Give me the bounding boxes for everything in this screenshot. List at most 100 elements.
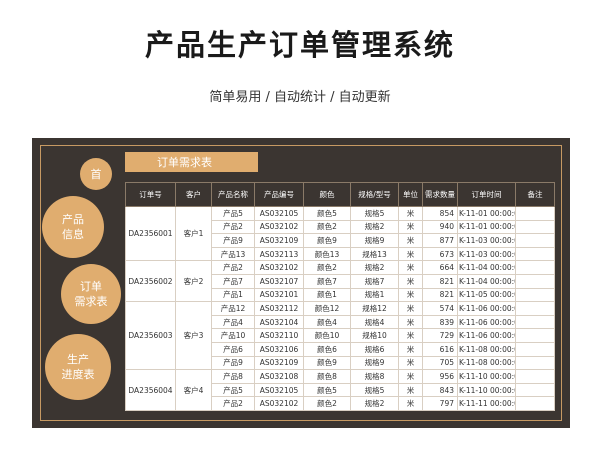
cell-code: AS032105 (254, 382, 304, 398)
cell-note (515, 355, 555, 371)
column-header: 产品编号 (254, 182, 304, 207)
cell-spec: 规格7 (350, 273, 399, 289)
cell-note (515, 396, 555, 411)
customer-cell: 客户3 (175, 301, 212, 371)
cell-color: 颜色1 (303, 287, 351, 303)
cell-code: AS032113 (254, 246, 304, 262)
section-title: 订单需求表 (125, 152, 258, 172)
column-header: 产品名称 (211, 182, 255, 207)
cell-color: 颜色5 (303, 206, 351, 221)
cell-time: K-11-06 00:00:00 (457, 328, 516, 343)
cell-note (515, 273, 555, 289)
cell-qty: 616 (422, 341, 458, 357)
cell-name: 产品12 (211, 301, 255, 316)
cell-qty: 729 (422, 328, 458, 343)
cell-name: 产品4 (211, 314, 255, 330)
cell-qty: 821 (422, 273, 458, 289)
cell-note (515, 328, 555, 343)
cell-qty: 940 (422, 219, 458, 235)
cell-note (515, 219, 555, 235)
cell-time: K-11-10 00:00:00 (457, 369, 516, 384)
cell-qty: 839 (422, 314, 458, 330)
nav-production-progress-button[interactable]: 生产 进度表 (45, 334, 111, 400)
nav-home-button[interactable]: 首 (80, 158, 112, 190)
cell-qty: 821 (422, 287, 458, 303)
cell-time: K-11-03 00:00:00 (457, 233, 516, 248)
cell-unit: 米 (398, 206, 423, 221)
cell-time: K-11-04 00:00:00 (457, 273, 516, 289)
cell-unit: 米 (398, 246, 423, 262)
column-header: 订单号 (125, 182, 176, 207)
cell-name: 产品1 (211, 287, 255, 303)
cell-code: AS032106 (254, 341, 304, 357)
cell-name: 产品2 (211, 396, 255, 411)
column-header: 客户 (175, 182, 212, 207)
cell-code: AS032102 (254, 219, 304, 235)
order-number-cell: DA2356001 (125, 205, 176, 262)
cell-spec: 规格2 (350, 260, 399, 275)
cell-spec: 规格8 (350, 369, 399, 384)
nav-product-info-label: 产品 信息 (62, 213, 84, 241)
cell-time: K-11-11 00:00:00 (457, 396, 516, 411)
cell-spec: 规格4 (350, 314, 399, 330)
cell-code: AS032109 (254, 355, 304, 371)
cell-note (515, 341, 555, 357)
cell-spec: 规格12 (350, 301, 399, 316)
cell-name: 产品5 (211, 206, 255, 221)
cell-color: 颜色6 (303, 341, 351, 357)
cell-color: 颜色9 (303, 233, 351, 248)
column-header: 规格/型号 (350, 182, 399, 207)
cell-spec: 规格2 (350, 396, 399, 411)
cell-unit: 米 (398, 233, 423, 248)
cell-spec: 规格5 (350, 382, 399, 398)
cell-name: 产品9 (211, 233, 255, 248)
cell-color: 颜色9 (303, 355, 351, 371)
cell-unit: 米 (398, 396, 423, 411)
customer-cell: 客户1 (175, 205, 212, 262)
cell-note (515, 382, 555, 398)
cell-qty: 877 (422, 233, 458, 248)
cell-unit: 米 (398, 341, 423, 357)
cell-code: AS032108 (254, 369, 304, 384)
cell-unit: 米 (398, 314, 423, 330)
page-title: 产品生产订单管理系统 (144, 28, 455, 62)
cell-qty: 797 (422, 396, 458, 411)
cell-qty: 956 (422, 369, 458, 384)
cell-spec: 规格2 (350, 219, 399, 235)
cell-unit: 米 (398, 382, 423, 398)
cell-spec: 规格9 (350, 355, 399, 371)
cell-color: 颜色2 (303, 260, 351, 275)
cell-code: AS032101 (254, 287, 304, 303)
table-row: DA2356004 客户4 产品8 AS032108 颜色8 规格8 米 956 K-11-10… (125, 369, 555, 411)
cell-code: AS032107 (254, 273, 304, 289)
nav-product-info-button[interactable]: 产品 信息 (42, 196, 104, 258)
cell-unit: 米 (398, 369, 423, 384)
column-header: 备注 (515, 182, 555, 207)
cell-note (515, 369, 555, 384)
nav-order-demand-button[interactable]: 订单 需求表 (61, 264, 121, 324)
cell-color: 颜色12 (303, 301, 351, 316)
table-header-row: 订单号 客户 产品名称 产品编号 颜色 规格/型号 单位 需求数量 订单时间 备… (125, 182, 555, 207)
cell-qty: 574 (422, 301, 458, 316)
cell-qty: 843 (422, 382, 458, 398)
order-number-cell: DA2356003 (125, 301, 176, 371)
customer-cell: 客户2 (175, 260, 212, 303)
cell-code: AS032112 (254, 301, 304, 316)
cell-code: AS032105 (254, 206, 304, 221)
cell-qty: 705 (422, 355, 458, 371)
customer-cell: 客户4 (175, 369, 212, 411)
cell-code: AS032104 (254, 314, 304, 330)
cell-time: K-11-01 00:00:00 (457, 219, 516, 235)
nav-home-label: 首 (90, 167, 102, 181)
cell-spec: 规格5 (350, 206, 399, 221)
cell-spec: 规格9 (350, 233, 399, 248)
cell-name: 产品8 (211, 369, 255, 384)
order-number-cell: DA2356004 (125, 369, 176, 411)
cell-qty: 673 (422, 246, 458, 262)
column-header: 单位 (398, 182, 423, 207)
cell-spec: 规格6 (350, 341, 399, 357)
cell-unit: 米 (398, 219, 423, 235)
cell-name: 产品13 (211, 246, 255, 262)
cell-time: K-11-04 00:00:00 (457, 260, 516, 275)
cell-color: 颜色10 (303, 328, 351, 343)
